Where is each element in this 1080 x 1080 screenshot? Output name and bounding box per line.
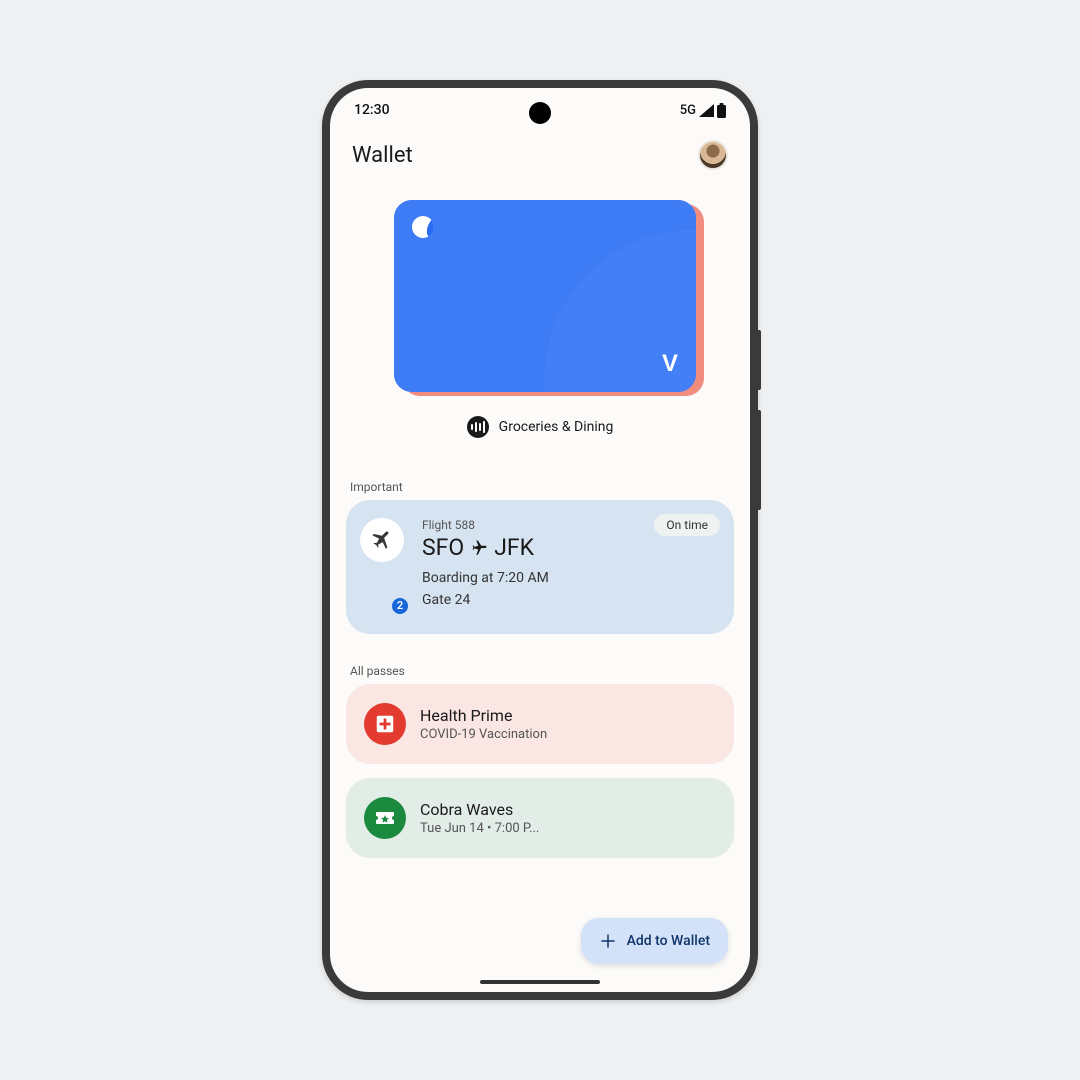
screen: 12:30 5G Wallet V G xyxy=(330,88,750,992)
cards-carousel[interactable]: V xyxy=(346,196,734,406)
cell-signal-icon xyxy=(699,104,714,117)
app-header: Wallet xyxy=(330,132,750,174)
camera-cutout xyxy=(529,102,551,124)
battery-icon xyxy=(717,103,726,118)
plus-icon xyxy=(599,932,617,950)
health-icon xyxy=(364,703,406,745)
contactless-icon xyxy=(467,416,489,438)
plane-route-icon xyxy=(470,539,488,557)
gate-label: Gate 24 xyxy=(422,589,716,611)
section-label-all-passes: All passes xyxy=(350,664,734,678)
fab-label: Add to Wallet xyxy=(627,933,710,949)
payment-card-primary[interactable]: V xyxy=(394,200,696,392)
flight-status-chip: On time xyxy=(654,514,720,536)
card-brand-icon xyxy=(412,216,434,238)
side-button xyxy=(758,330,761,390)
pass-count-badge: 2 xyxy=(390,596,410,616)
network-label: 5G xyxy=(680,103,696,118)
event-ticket-card[interactable]: Cobra Waves Tue Jun 14 • 7:00 P... xyxy=(346,778,734,858)
pass-subtitle: COVID-19 Vaccination xyxy=(420,727,547,742)
card-network-icon: V xyxy=(662,350,678,378)
vaccination-pass-card[interactable]: Health Prime COVID-19 Vaccination xyxy=(346,684,734,764)
section-label-important: Important xyxy=(350,480,734,494)
boarding-pass-card[interactable]: On time 2 Flight 588 SFO JFK xyxy=(346,500,734,634)
airplane-icon xyxy=(360,518,404,562)
status-time: 12:30 xyxy=(354,102,390,118)
ticket-icon xyxy=(364,797,406,839)
route-from: SFO xyxy=(422,534,464,561)
pass-title: Health Prime xyxy=(420,706,547,725)
pass-subtitle: Tue Jun 14 • 7:00 P... xyxy=(420,821,539,836)
page-title: Wallet xyxy=(352,143,413,168)
pass-title: Cobra Waves xyxy=(420,800,539,819)
add-to-wallet-button[interactable]: Add to Wallet xyxy=(581,918,728,964)
boarding-time: Boarding at 7:20 AM xyxy=(422,567,716,589)
profile-avatar[interactable] xyxy=(698,140,728,170)
phone-frame: 12:30 5G Wallet V G xyxy=(322,80,758,1000)
gesture-bar[interactable] xyxy=(480,980,600,984)
card-label: Groceries & Dining xyxy=(499,419,614,435)
side-button xyxy=(758,410,761,510)
route-to: JFK xyxy=(494,534,534,561)
flight-route: SFO JFK xyxy=(422,534,716,561)
